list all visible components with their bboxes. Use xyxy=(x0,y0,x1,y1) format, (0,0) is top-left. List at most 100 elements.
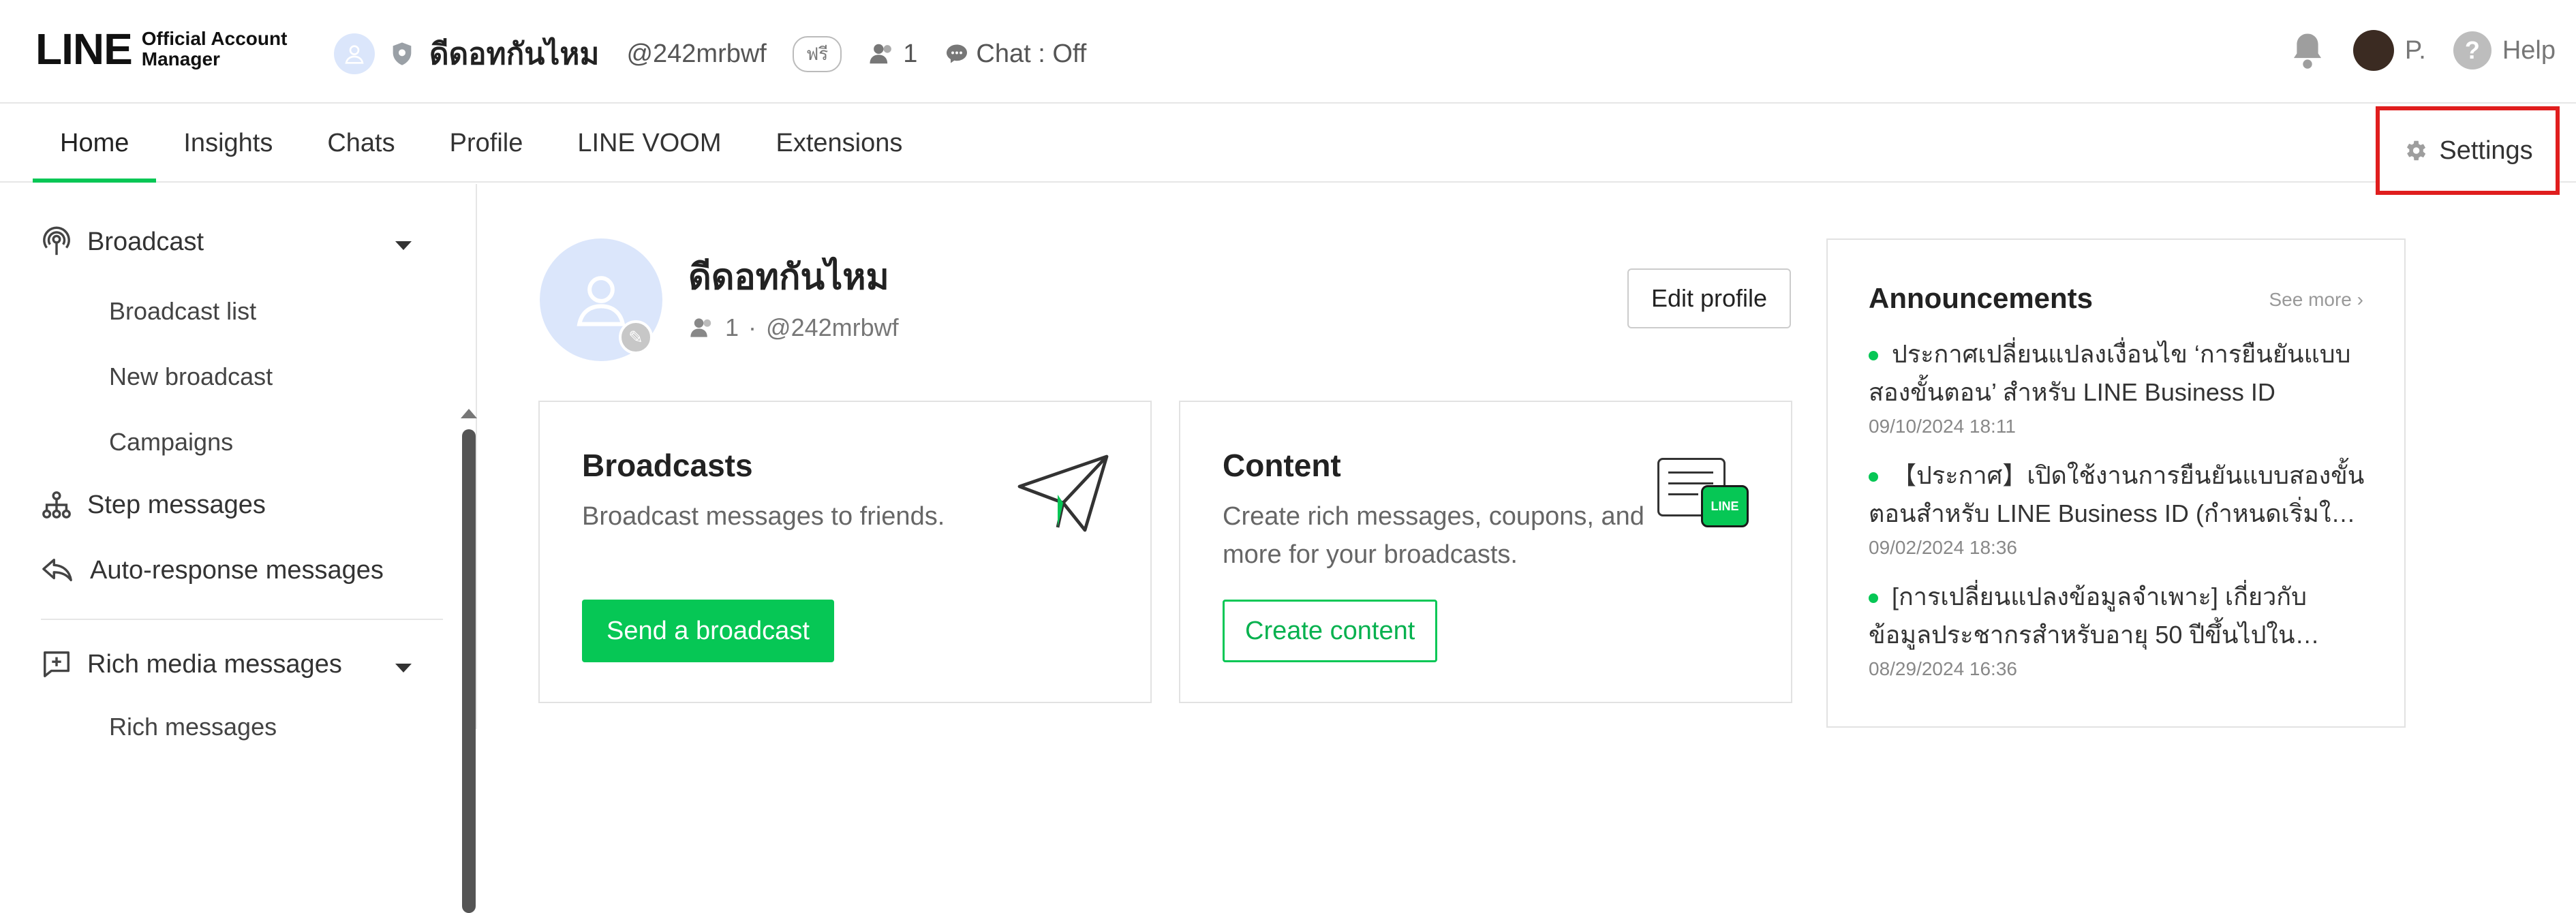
help-label: Help xyxy=(2502,35,2556,65)
account-id: @242mrbwf xyxy=(626,39,767,68)
scroll-up-arrow-icon[interactable] xyxy=(461,409,477,418)
rich-media-icon xyxy=(44,651,70,677)
main-nav: Home Insights Chats Profile LINE VOOM Ex… xyxy=(0,104,2576,195)
friends-count-value: 1 xyxy=(903,39,918,68)
sidebar: Broadcast Broadcast list New broadcast C… xyxy=(7,184,477,913)
announcement-date: 09/10/2024 18:11 xyxy=(1869,416,2016,437)
paper-plane-icon xyxy=(1017,454,1109,532)
profile-friends-count: 1 xyxy=(725,313,739,341)
sidebar-divider xyxy=(41,619,443,620)
tab-home[interactable]: Home xyxy=(33,104,157,183)
tab-line-voom[interactable]: LINE VOOM xyxy=(550,104,748,183)
gear-icon xyxy=(2407,140,2426,161)
sidebar-item-campaigns[interactable]: Campaigns xyxy=(109,428,233,456)
announcement-item[interactable]: 【ประกาศ】เปิดใช้งานการยืนยันแบบสองขั้นตอน… xyxy=(1869,456,2366,559)
logo-subtitle: Official Account Manager xyxy=(142,29,288,69)
tab-profile[interactable]: Profile xyxy=(423,104,551,183)
chat-status-label: Chat : Off xyxy=(976,39,1087,68)
account-switcher[interactable]: ดีดอทกันไหม @242mrbwf ฟรี 1 Chat : Off xyxy=(334,30,1086,78)
sidebar-item-rich-messages[interactable]: Rich messages xyxy=(109,713,277,741)
create-content-button[interactable]: Create content xyxy=(1223,600,1438,662)
top-header: LINE Official Account Manager ดีดอทกันไห… xyxy=(0,0,2576,104)
announcement-date: 09/02/2024 18:36 xyxy=(1869,537,2017,558)
announcement-title: ประกาศเปลี่ยนแปลงเงื่อนไข ‘การยืนยันแบบส… xyxy=(1869,335,2366,412)
sidebar-item-broadcast-list[interactable]: Broadcast list xyxy=(109,297,256,326)
sidebar-item-rich-media[interactable]: Rich media messages xyxy=(41,649,342,680)
profile-meta-separator: · xyxy=(748,313,757,341)
tab-insights[interactable]: Insights xyxy=(156,104,300,183)
rich-media-caret-icon[interactable] xyxy=(395,664,412,672)
account-avatar xyxy=(334,33,375,74)
settings-button[interactable]: Settings xyxy=(2376,106,2560,195)
broadcast-caret-icon[interactable] xyxy=(395,241,412,250)
user-placeholder-icon xyxy=(345,45,364,64)
broadcasts-card: Broadcasts Broadcast messages to friends… xyxy=(538,401,1152,703)
green-dot-icon xyxy=(1869,472,1878,482)
plan-badge: ฟรี xyxy=(792,35,842,72)
sidebar-item-step-messages-label: Step messages xyxy=(87,490,266,519)
chat-bubble-icon xyxy=(947,44,968,63)
logo-subtitle-line1: Official Account xyxy=(141,28,288,49)
edit-profile-button[interactable]: Edit profile xyxy=(1627,268,1791,328)
see-more-link[interactable]: See more › xyxy=(2269,289,2363,311)
sidebar-item-auto-response[interactable]: Auto-response messages xyxy=(41,555,384,586)
user-menu[interactable]: P. xyxy=(2352,30,2426,71)
edit-avatar-pencil-icon[interactable]: ✎ xyxy=(619,320,653,354)
sidebar-scrollbar[interactable] xyxy=(462,429,476,913)
announcement-item[interactable]: ประกาศเปลี่ยนแปลงเงื่อนไข ‘การยืนยันแบบส… xyxy=(1869,335,2366,437)
step-messages-icon xyxy=(42,491,71,519)
reply-icon xyxy=(42,558,72,582)
announcement-title: 【ประกาศ】เปิดใช้งานการยืนยันแบบสองขั้นตอน… xyxy=(1869,456,2366,533)
chevron-right-icon: › xyxy=(2357,289,2363,310)
line-oa-logo[interactable]: LINE Official Account Manager xyxy=(35,27,287,71)
user-placeholder-icon xyxy=(577,276,626,326)
user-initial: P. xyxy=(2404,35,2426,65)
settings-label: Settings xyxy=(2439,136,2533,165)
announcement-title-text: [การเปลี่ยนแปลงข้อมูลจำเพาะ] เกี่ยวกับข้… xyxy=(1869,583,2307,649)
see-more-label: See more xyxy=(2269,289,2352,310)
header-actions: P. ? Help xyxy=(2289,30,2556,71)
friends-icon xyxy=(870,44,892,64)
tab-extensions[interactable]: Extensions xyxy=(749,104,930,183)
rich-message-icon: LINE xyxy=(1657,458,1750,533)
logo-subtitle-line2: Manager xyxy=(141,48,220,69)
chat-status[interactable]: Chat : Off xyxy=(945,40,1086,69)
tab-chats[interactable]: Chats xyxy=(300,104,422,183)
content-card: Content Create rich messages, coupons, a… xyxy=(1179,401,1792,703)
broadcast-icon xyxy=(43,226,70,256)
announcement-date: 08/29/2024 16:36 xyxy=(1869,658,2017,679)
main-content: ✎ ดีดอทกันไหม 1 · @242mrbwf Edit profile… xyxy=(484,184,2576,729)
sidebar-item-broadcast[interactable]: Broadcast xyxy=(41,226,204,258)
friends-icon xyxy=(690,318,711,337)
help-icon: ? xyxy=(2453,31,2491,69)
announcement-item[interactable]: [การเปลี่ยนแปลงข้อมูลจำเพาะ] เกี่ยวกับข้… xyxy=(1869,578,2366,680)
user-avatar xyxy=(2352,30,2394,71)
content-card-title: Content xyxy=(1223,448,1341,483)
sidebar-item-new-broadcast[interactable]: New broadcast xyxy=(109,362,273,391)
help-button[interactable]: ? Help xyxy=(2453,31,2556,69)
announcement-title-text: ประกาศเปลี่ยนแปลงเงื่อนไข ‘การยืนยันแบบส… xyxy=(1869,340,2351,406)
announcements-panel: Announcements See more › ประกาศเปลี่ยนแป… xyxy=(1826,238,2406,728)
profile-id: @242mrbwf xyxy=(766,313,899,341)
profile-meta: 1 · @242mrbwf xyxy=(690,313,899,342)
nav-tabs: Home Insights Chats Profile LINE VOOM Ex… xyxy=(33,104,930,183)
broadcasts-card-title: Broadcasts xyxy=(582,448,753,483)
send-broadcast-button[interactable]: Send a broadcast xyxy=(582,600,834,662)
sidebar-item-step-messages[interactable]: Step messages xyxy=(41,489,266,521)
logo-wordmark: LINE xyxy=(35,25,133,74)
broadcasts-card-description: Broadcast messages to friends. xyxy=(582,502,945,531)
sidebar-item-rich-media-label: Rich media messages xyxy=(87,649,342,679)
account-name: ดีดอทกันไหม xyxy=(429,37,600,71)
content-card-description: Create rich messages, coupons, and more … xyxy=(1223,502,1644,569)
announcement-title-text: 【ประกาศ】เปิดใช้งานการยืนยันแบบสองขั้นตอน… xyxy=(1869,461,2365,527)
sidebar-item-auto-response-label: Auto-response messages xyxy=(90,555,384,585)
sidebar-item-broadcast-label: Broadcast xyxy=(87,227,204,256)
announcements-title: Announcements xyxy=(1869,282,2094,314)
announcement-title: [การเปลี่ยนแปลงข้อมูลจำเพาะ] เกี่ยวกับข้… xyxy=(1869,578,2366,654)
profile-name: ดีดอทกันไหม xyxy=(688,258,889,297)
bell-icon[interactable] xyxy=(2289,31,2326,70)
friends-count: 1 xyxy=(869,40,917,69)
verified-shield-icon xyxy=(393,42,412,65)
green-dot-icon xyxy=(1869,593,1878,604)
line-badge: LINE xyxy=(1701,485,1749,527)
